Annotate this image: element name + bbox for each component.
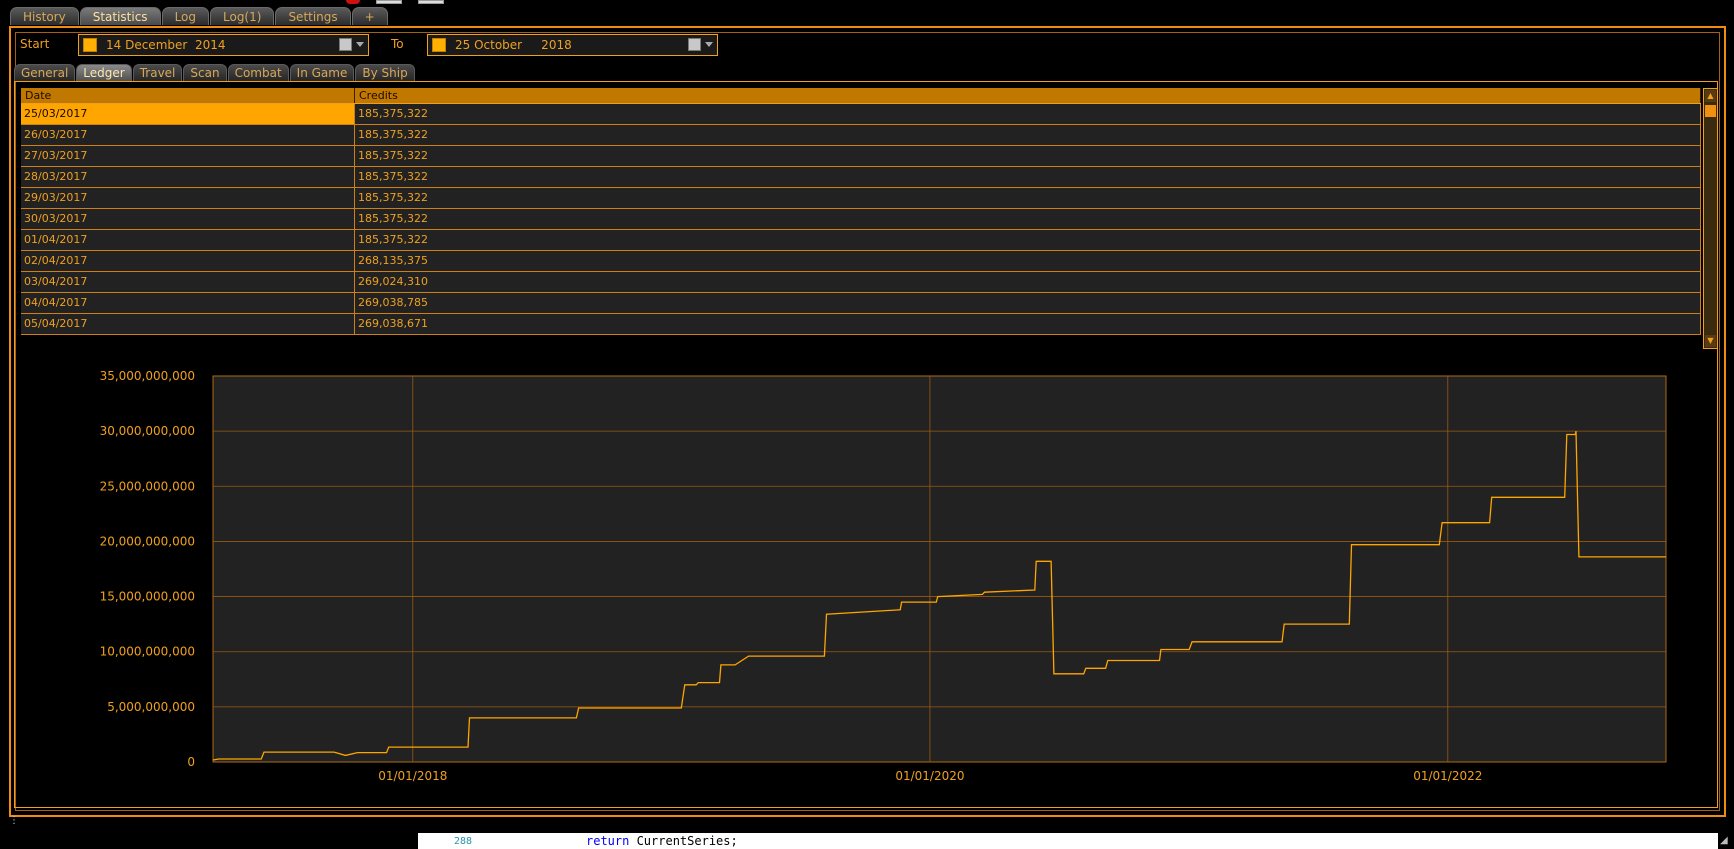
tab-log-1[interactable]: Log(1)	[210, 7, 275, 25]
scroll-up-icon[interactable]: ▲	[1705, 90, 1716, 102]
date-cell: 02/04/2017	[21, 251, 355, 271]
credits-cell: 185,375,322	[355, 188, 1701, 208]
date-cell: 29/03/2017	[21, 188, 355, 208]
table-row[interactable]: 29/03/2017 185,375,322	[21, 188, 1701, 209]
date-cell: 04/04/2017	[21, 293, 355, 313]
background-code-editor: 288 return CurrentSeries;	[418, 833, 1718, 849]
scroll-down-icon[interactable]: ▼	[1705, 335, 1716, 347]
table-row[interactable]: 03/04/2017 269,024,310	[21, 272, 1701, 293]
code-line: return CurrentSeries;	[586, 834, 738, 848]
tab-general[interactable]: General	[14, 64, 76, 81]
date-color-swatch	[432, 38, 446, 52]
credits-cell: 185,375,322	[355, 209, 1701, 229]
date-cell: 05/04/2017	[21, 314, 355, 334]
tab-in-game[interactable]: In Game	[289, 64, 355, 81]
credits-cell: 269,038,785	[355, 293, 1701, 313]
table-row[interactable]: 27/03/2017 185,375,322	[21, 146, 1701, 167]
end-date-picker[interactable]: 25 October 2018	[427, 34, 718, 56]
table-body: 25/03/2017 185,375,322 26/03/2017 185,375,…	[21, 104, 1701, 335]
start-label: Start	[20, 37, 50, 51]
start-date-picker[interactable]: 14 December 2014	[78, 34, 369, 56]
tab-ledger[interactable]: Ledger	[76, 64, 132, 81]
table-row[interactable]: 04/04/2017 269,038,785	[21, 293, 1701, 314]
calendar-icon[interactable]	[688, 38, 701, 51]
chevron-down-icon[interactable]	[705, 42, 713, 47]
resize-grip-icon[interactable]: ◢	[1720, 835, 1732, 847]
tab-combat[interactable]: Combat	[227, 64, 289, 81]
table-row[interactable]: 26/03/2017 185,375,322	[21, 125, 1701, 146]
calendar-icon[interactable]	[339, 38, 352, 51]
code-keyword: return	[586, 834, 630, 848]
close-icon[interactable]	[346, 0, 360, 4]
table-row[interactable]: 28/03/2017 185,375,322	[21, 167, 1701, 188]
table-scrollbar[interactable]: ▲ ▼	[1703, 88, 1718, 349]
table-row[interactable]: 01/04/2017 185,375,322	[21, 230, 1701, 251]
to-label: To	[391, 37, 404, 51]
chevron-down-icon[interactable]	[356, 42, 364, 47]
resize-grip-left[interactable]: ⋮	[9, 816, 19, 833]
table-row[interactable]: 05/04/2017 269,038,671	[21, 314, 1701, 335]
tab-settings[interactable]: Settings	[275, 7, 351, 25]
tab-statistics[interactable]: Statistics	[79, 7, 161, 25]
ledger-table[interactable]: Date Credits 25/03/2017 185,375,322 26/03…	[21, 88, 1701, 349]
table-row[interactable]: 30/03/2017 185,375,322	[21, 209, 1701, 230]
credits-cell: 185,375,322	[355, 104, 1701, 124]
add-tab-button[interactable]: +	[351, 7, 388, 25]
tab-history[interactable]: History	[10, 7, 79, 25]
credits-cell: 269,024,310	[355, 272, 1701, 292]
table-row[interactable]: 02/04/2017 268,135,375	[21, 251, 1701, 272]
table-header: Date Credits	[21, 88, 1701, 104]
maximize-icon[interactable]	[376, 0, 402, 4]
credits-cell: 185,375,322	[355, 125, 1701, 145]
window-controls	[346, 0, 444, 4]
date-color-swatch	[83, 38, 97, 52]
credits-cell: 185,375,322	[355, 167, 1701, 187]
statistics-tabs: General Ledger Travel Scan Combat In Gam…	[14, 64, 415, 81]
date-cell: 03/04/2017	[21, 272, 355, 292]
credits-cell: 268,135,375	[355, 251, 1701, 271]
tab-travel[interactable]: Travel	[132, 64, 183, 81]
code-line-number: 288	[454, 836, 473, 847]
date-cell: 25/03/2017	[21, 104, 355, 124]
code-text: CurrentSeries;	[629, 834, 738, 848]
date-cell: 28/03/2017	[21, 167, 355, 187]
tab-log[interactable]: Log	[161, 7, 209, 25]
credits-cell: 269,038,671	[355, 314, 1701, 334]
minimize-icon[interactable]	[418, 0, 444, 4]
start-date-value: 14 December 2014	[106, 38, 226, 52]
date-cell: 26/03/2017	[21, 125, 355, 145]
main-tabs: History Statistics Log Log(1) Settings +	[10, 7, 388, 26]
credits-cell: 185,375,322	[355, 230, 1701, 250]
scroll-thumb[interactable]	[1705, 105, 1716, 117]
date-cell: 27/03/2017	[21, 146, 355, 166]
tab-by-ship[interactable]: By Ship	[355, 64, 415, 81]
column-header-date[interactable]: Date	[21, 88, 355, 103]
table-row[interactable]: 25/03/2017 185,375,322	[21, 104, 1701, 125]
tab-scan[interactable]: Scan	[183, 64, 227, 81]
date-cell: 30/03/2017	[21, 209, 355, 229]
end-date-value: 25 October 2018	[455, 38, 572, 52]
credits-cell: 185,375,322	[355, 146, 1701, 166]
column-header-credits[interactable]: Credits	[355, 88, 1701, 103]
date-cell: 01/04/2017	[21, 230, 355, 250]
